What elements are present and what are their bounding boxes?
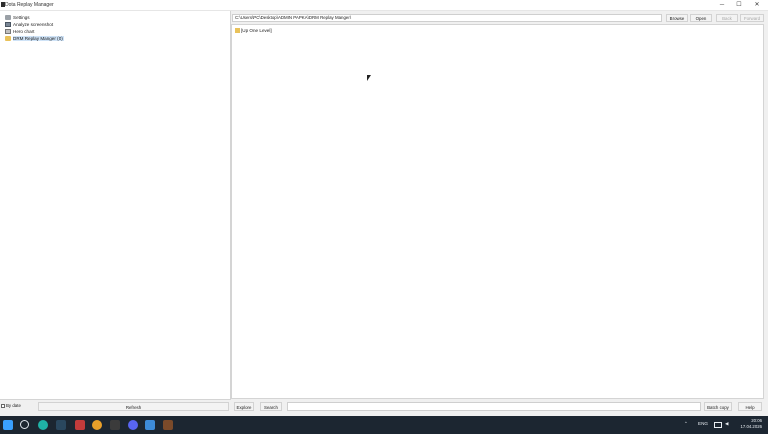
folder-icon — [5, 36, 11, 42]
replay-manager-taskbar-icon[interactable] — [163, 420, 173, 430]
back-button[interactable]: Back — [716, 14, 738, 22]
by-date-label: By date — [6, 403, 21, 408]
explore-button[interactable]: Explore — [234, 402, 254, 411]
close-button[interactable]: ✕ — [749, 0, 765, 10]
search-icon[interactable] — [20, 420, 29, 429]
notepad-icon[interactable] — [145, 420, 155, 430]
tree-item-label: Analyze screenshot — [13, 22, 54, 27]
maximize-button[interactable]: ☐ — [731, 0, 747, 10]
by-date-checkbox[interactable] — [1, 404, 5, 408]
tree-item-replay-folder[interactable]: DRM Replay Manger (0) — [5, 35, 64, 42]
tree-item-analyze-screenshot[interactable]: Analyze screenshot — [5, 21, 53, 28]
path-input[interactable]: C:\Users\PC\Desktop\ADMIN PAPKA\DRM Repl… — [232, 14, 662, 22]
open-button[interactable]: Open — [690, 14, 712, 22]
tree-item-settings[interactable]: Settings — [5, 14, 30, 21]
tree-item-label: Hero chart — [13, 29, 35, 34]
minimize-button[interactable]: ─ — [714, 0, 730, 10]
app-window-icon[interactable] — [110, 420, 120, 430]
batch-copy-button[interactable]: Batch copy — [704, 402, 732, 411]
browser-icon[interactable] — [75, 420, 85, 430]
navigation-tree[interactable]: Settings Analyze screenshot Hero chart D… — [0, 11, 231, 400]
tree-item-label: DRM Replay Manger (0) — [13, 36, 64, 41]
title-bar: Dota Replay Manager ─ ☐ ✕ — [0, 0, 768, 11]
steam-icon[interactable] — [56, 420, 66, 430]
list-item-label: [Up One Level] — [241, 28, 272, 33]
volume-icon[interactable]: ◀ — [725, 421, 729, 427]
list-item-up-one-level[interactable]: [Up One Level] — [235, 28, 272, 34]
tray-chevron-icon[interactable]: ⌃ — [684, 421, 688, 427]
language-indicator[interactable]: ENG — [698, 421, 708, 426]
image-icon — [5, 22, 11, 28]
file-list[interactable]: [Up One Level] — [231, 24, 764, 399]
forward-button[interactable]: Forward — [740, 14, 764, 22]
browse-button[interactable]: Browse — [666, 14, 688, 22]
folder-up-icon — [235, 28, 240, 34]
chrome-icon[interactable] — [92, 420, 102, 430]
help-button[interactable]: Help — [738, 402, 762, 411]
clock-date: 17.04.2026 — [740, 424, 762, 429]
discord-icon[interactable] — [128, 420, 138, 430]
window-title: Dota Replay Manager — [5, 2, 54, 8]
tree-item-hero-chart[interactable]: Hero chart — [5, 28, 34, 35]
search-input[interactable] — [287, 402, 701, 411]
clock[interactable]: 20:06 17.04.2026 — [736, 418, 762, 430]
tree-item-label: Settings — [13, 15, 30, 20]
gear-icon — [5, 15, 11, 21]
start-icon[interactable] — [3, 420, 13, 430]
chart-icon — [5, 29, 11, 35]
refresh-button[interactable]: Refresh — [38, 402, 229, 411]
edge-icon[interactable] — [38, 420, 48, 430]
mouse-cursor-icon — [367, 75, 371, 81]
network-icon[interactable] — [714, 422, 722, 428]
search-button[interactable]: Search — [260, 402, 282, 411]
